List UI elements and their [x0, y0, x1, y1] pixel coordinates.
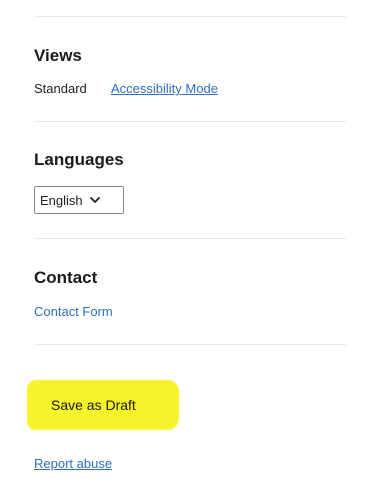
contact-form-link[interactable]: Contact Form — [34, 304, 113, 319]
language-selected-value: English — [40, 192, 83, 208]
languages-divider — [34, 238, 346, 239]
views-heading: Views — [34, 46, 82, 65]
language-select[interactable]: English — [34, 186, 124, 214]
settings-panel: Views Standard Accessibility Mode Langua… — [0, 0, 374, 502]
contact-divider — [34, 344, 346, 345]
chevron-down-icon — [89, 197, 100, 203]
save-as-draft-button[interactable]: Save as Draft — [27, 380, 179, 430]
views-current-standard: Standard — [34, 81, 87, 96]
report-abuse-link[interactable]: Report abuse — [34, 456, 112, 471]
views-divider — [34, 121, 346, 122]
accessibility-mode-link[interactable]: Accessibility Mode — [111, 81, 218, 96]
contact-heading: Contact — [34, 268, 98, 287]
top-divider — [34, 16, 346, 17]
languages-heading: Languages — [34, 150, 124, 169]
